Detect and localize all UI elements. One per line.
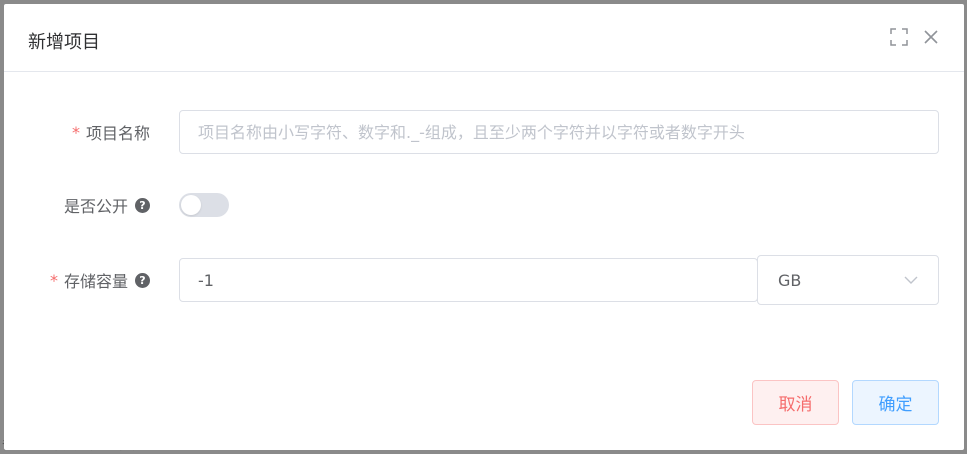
confirm-button[interactable]: 确定 bbox=[852, 380, 939, 425]
public-toggle[interactable] bbox=[179, 193, 229, 217]
storage-unit-select[interactable]: GB bbox=[757, 255, 939, 305]
storage-label: 存储容量 bbox=[63, 272, 128, 291]
close-icon[interactable] bbox=[920, 26, 942, 48]
public-label: 是否公开 bbox=[63, 197, 128, 216]
toggle-knob bbox=[181, 195, 201, 215]
public-row: 是否公开 ? bbox=[4, 193, 964, 217]
required-star: * bbox=[71, 122, 80, 142]
project-name-input[interactable] bbox=[179, 110, 939, 154]
question-circle-icon[interactable]: ? bbox=[135, 197, 150, 213]
project-name-label-wrap: * 项目名称 bbox=[4, 120, 164, 144]
question-circle-icon[interactable]: ? bbox=[135, 272, 150, 288]
header-actions bbox=[888, 26, 942, 48]
storage-unit-value: GB bbox=[778, 270, 802, 290]
new-project-dialog: 新增项目 * 项目名称 是否公开 ? bbox=[4, 4, 964, 450]
cancel-button[interactable]: 取消 bbox=[752, 380, 839, 425]
chevron-down-icon bbox=[904, 276, 918, 284]
required-star: * bbox=[49, 270, 58, 290]
storage-label-wrap: * 存储容量 ? bbox=[4, 268, 164, 292]
dialog-title: 新增项目 bbox=[28, 32, 100, 53]
dialog-header: 新增项目 bbox=[4, 4, 964, 72]
public-label-wrap: 是否公开 ? bbox=[4, 193, 164, 217]
storage-input[interactable] bbox=[179, 258, 758, 302]
project-name-label: 项目名称 bbox=[85, 124, 150, 143]
fullscreen-icon[interactable] bbox=[888, 26, 910, 48]
